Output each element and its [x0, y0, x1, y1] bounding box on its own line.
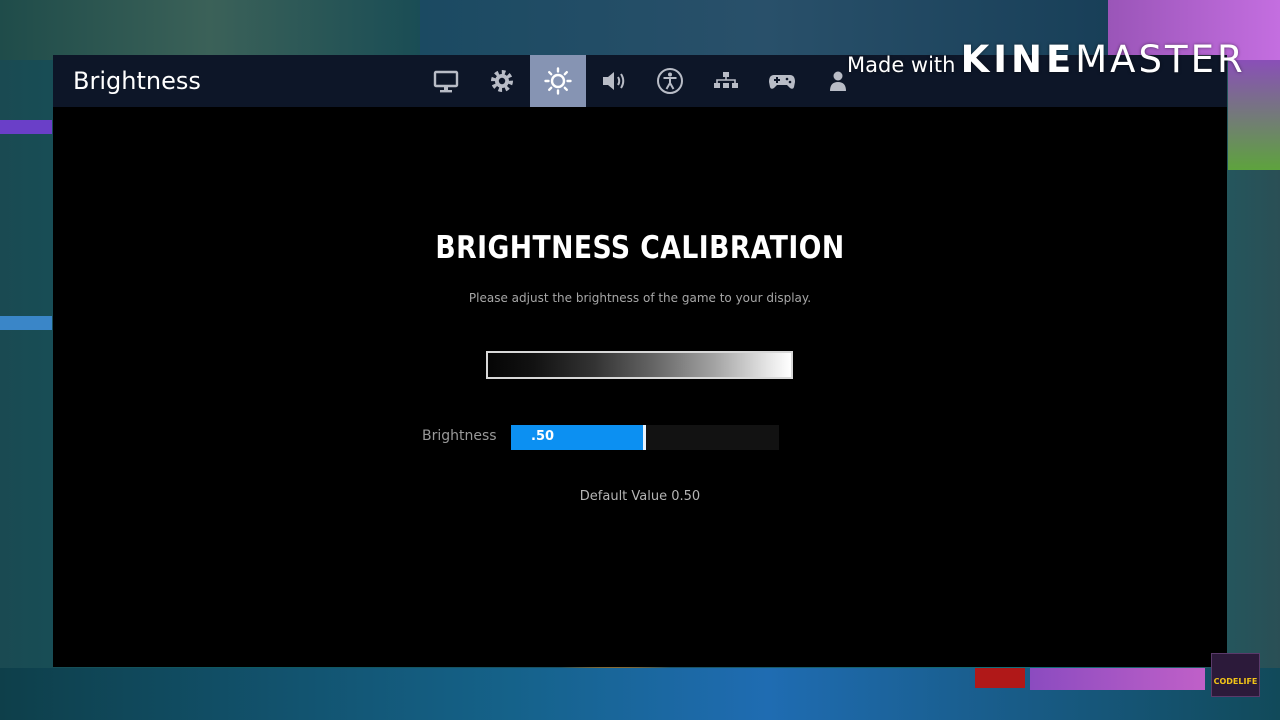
background-blur-area [975, 668, 1025, 688]
settings-tabs [418, 55, 866, 107]
tab-game[interactable] [474, 55, 530, 107]
brightness-icon [544, 67, 572, 95]
tab-accessibility[interactable] [642, 55, 698, 107]
watermark-brand-light: MASTER [1075, 38, 1246, 81]
channel-logo-text: CODELIFE [1213, 677, 1258, 686]
brightness-slider-label: Brightness [422, 428, 497, 444]
tab-audio[interactable] [586, 55, 642, 107]
speaker-icon [603, 72, 625, 90]
gamepad-icon [769, 75, 795, 89]
calibration-heading: BRIGHTNESS CALIBRATION [435, 230, 845, 266]
page-title: Brightness [73, 67, 201, 95]
background-blur-area [1030, 668, 1205, 690]
tab-video[interactable] [418, 55, 474, 107]
background-blur-area [0, 0, 420, 60]
watermark-prefix: Made with [847, 53, 956, 77]
network-icon [714, 72, 738, 88]
accessibility-icon [657, 68, 683, 94]
gear-icon [491, 70, 513, 92]
background-blur-area [0, 120, 52, 134]
calibration-gradient-bar [486, 351, 793, 379]
watermark-brand-bold: KINE [960, 38, 1076, 81]
default-value-text: Default Value 0.50 [579, 489, 701, 504]
background-blur-area [0, 316, 52, 330]
kinemaster-watermark: Made with KINEMASTER [847, 38, 1246, 81]
tab-brightness[interactable] [530, 55, 586, 107]
calibration-content: BRIGHTNESS CALIBRATION Please adjust the… [53, 107, 1227, 667]
channel-logo: CODELIFE [1211, 653, 1260, 697]
monitor-icon [433, 70, 459, 93]
settings-panel: Brightness BRIGHTNESS CALIBRATION Please… [53, 55, 1227, 667]
tab-input[interactable] [698, 55, 754, 107]
brightness-slider[interactable]: .50 [511, 425, 779, 450]
brightness-slider-value: .50 [531, 429, 555, 444]
brightness-slider-handle[interactable] [643, 425, 646, 450]
calibration-instructions: Please adjust the brightness of the game… [468, 291, 812, 305]
tab-controller[interactable] [754, 55, 810, 107]
